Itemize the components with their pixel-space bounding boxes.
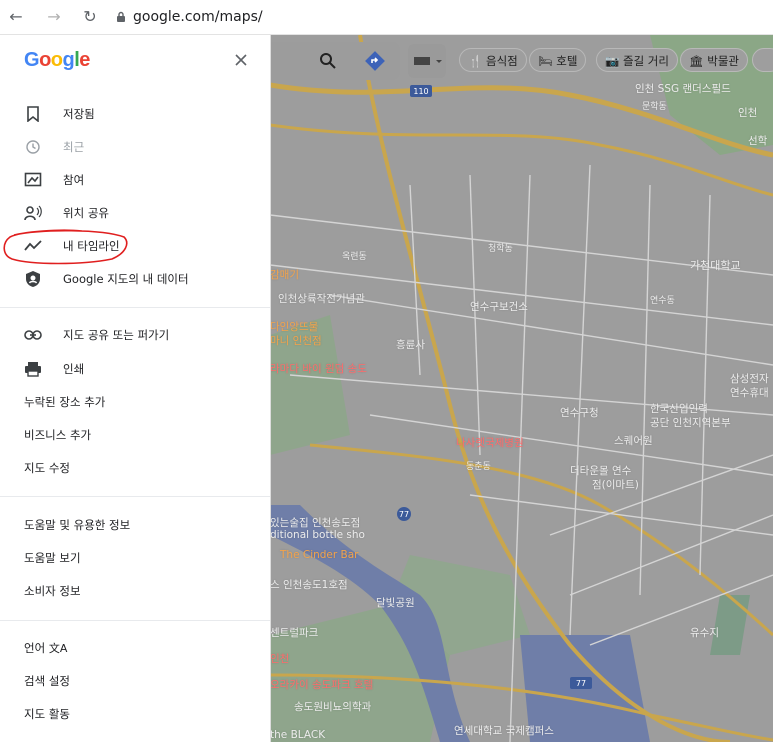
label-cheonghak: 청학동 [488, 244, 513, 254]
label-incheon-museum[interactable]: 인천상륙작전기념관 [278, 291, 365, 306]
browser-toolbar: ← → ↻ google.com/maps/ [0, 0, 773, 35]
label-gachon[interactable]: 가천대학교 [690, 257, 741, 273]
menu-item-location-sharing[interactable]: 위치 공유 [0, 197, 270, 229]
label-heungryunsa[interactable]: 흥륜사 [396, 337, 425, 352]
print-icon [24, 360, 42, 378]
menu-item-saved[interactable]: 저장됨 [0, 98, 270, 130]
label-incheon-park[interactable]: 인천 [738, 105, 757, 120]
label-yeonsu-dong: 연수동 [650, 296, 675, 306]
label-bottle[interactable]: 있는술집 인천송도점 [270, 515, 360, 530]
back-arrow-icon[interactable]: ← [6, 7, 26, 27]
label-songdo1[interactable]: 스 인천송도1호점 [270, 577, 348, 592]
address-bar[interactable]: google.com/maps/ [115, 6, 755, 28]
translate-icon: 文A [48, 642, 68, 655]
menu-item-share-embed[interactable]: 지도 공유 또는 퍼가기 [0, 319, 270, 351]
history-icon [24, 138, 42, 156]
map-canvas[interactable]: 110 77 77 인천 SSG 랜더스필드 문학동 인천 선학 가천대학교 옥… [270, 35, 773, 742]
label-cinder[interactable]: The Cinder Bar [280, 549, 359, 561]
search-icon[interactable] [316, 49, 340, 73]
forward-arrow-icon[interactable]: → [44, 7, 64, 27]
label-yeonsu-office[interactable]: 연수구청 [560, 405, 599, 420]
label-nazareth[interactable]: 나사렛국제병원 [456, 435, 524, 450]
label-yeonsu-health[interactable]: 연수구보건소 [470, 299, 528, 314]
menu-item-my-data[interactable]: Google 지도의 내 데이터 [0, 263, 270, 295]
side-menu: Google 저장됨 최근 참여 위치 공유 내 타임라인 Google 지도의… [0, 35, 271, 742]
label-yonsei[interactable]: 연세대학교 국제캠퍼스 [454, 723, 554, 738]
label-dongchun: 동춘동 [466, 462, 491, 472]
chip-hotels[interactable]: 🛏 호텔 [529, 48, 587, 72]
menu-item-help[interactable]: 도움말 보기 [0, 542, 270, 574]
label-ramada[interactable]: 라마다 바이 윈덤 송도 [270, 361, 367, 376]
menu-item-maps-activity[interactable]: 지도 활동 [0, 698, 270, 730]
menu-item-add-business[interactable]: 비즈니스 추가 [0, 419, 270, 451]
menu-divider [0, 496, 270, 497]
label-yusuji: 유수지 [690, 627, 719, 639]
language-label: 언어 [24, 641, 46, 655]
location-sharing-icon [24, 204, 42, 222]
contribute-icon [24, 171, 42, 189]
timeline-icon [24, 237, 42, 255]
menu-item-timeline[interactable]: 내 타임라인 [0, 230, 270, 262]
label-dalbit[interactable]: 달빛공원 [376, 595, 415, 610]
close-icon[interactable] [232, 51, 250, 69]
label-emart2: 점(이마트) [592, 479, 639, 491]
menu-item-add-missing-place[interactable]: 누락된 장소 추가 [0, 386, 270, 418]
bookmark-icon [24, 105, 42, 123]
menu-divider [0, 620, 270, 621]
input-tools-button[interactable] [408, 44, 446, 78]
menu-divider [0, 307, 270, 308]
chip-things-to-do[interactable]: 📷 즐길 거리 [596, 48, 678, 72]
label-seonhak: 선학 [748, 135, 768, 147]
menu-item-print[interactable]: 인쇄 [0, 353, 270, 385]
directions-icon[interactable] [363, 49, 387, 73]
menu-item-language[interactable]: 언어 文A [0, 632, 270, 664]
label-dahwa[interactable]: 다인앙뜨물 [270, 319, 318, 334]
label-gamtae[interactable]: 감매기 [270, 267, 299, 282]
label-emart[interactable]: 더타운몰 연수 [570, 463, 631, 478]
lock-icon [115, 11, 127, 23]
menu-item-recent[interactable]: 최근 [0, 131, 270, 163]
label-samsung[interactable]: 삼성전자 [730, 371, 769, 386]
url-text: google.com/maps/ [133, 9, 263, 25]
chip-more[interactable] [752, 48, 773, 72]
reload-icon[interactable]: ↻ [80, 7, 100, 27]
label-black[interactable]: the BLACK [270, 729, 325, 741]
menu-item-tips[interactable]: 도움말 및 유용한 정보 [0, 509, 270, 541]
chip-museums[interactable]: 🏛 박물관 [680, 48, 749, 72]
menu-item-edit-map[interactable]: 지도 수정 [0, 452, 270, 484]
google-logo: Google [24, 49, 90, 71]
route-shield-77b: 77 [576, 679, 586, 688]
label-mama[interactable]: 마니 인천점 [270, 333, 322, 348]
keyboard-icon [414, 57, 442, 65]
label-orakai[interactable]: 오라카이 송도파크 호텔 [270, 677, 373, 692]
menu-item-consumer-info[interactable]: 소비자 정보 [0, 575, 270, 607]
route-shield-110: 110 [413, 87, 428, 96]
label-hrd[interactable]: 한국산업인력 [650, 401, 708, 416]
route-shield-77a: 77 [399, 510, 409, 519]
shield-icon [24, 270, 42, 288]
label-central[interactable]: 센트럴파크 [270, 625, 318, 640]
label-bottle2: ditional bottle sho [270, 529, 365, 541]
link-icon [24, 326, 42, 344]
label-hrd2: 공단 인천지역본부 [650, 417, 731, 429]
label-incheon2[interactable]: 인천 [270, 651, 289, 666]
label-ssg[interactable]: 인천 SSG 랜더스필드 [635, 81, 731, 96]
menu-item-contribute[interactable]: 참여 [0, 164, 270, 196]
chip-restaurants[interactable]: 🍴 음식점 [459, 48, 527, 72]
label-okryeon: 옥련동 [342, 252, 367, 262]
label-square1[interactable]: 스퀘어원 [614, 433, 653, 448]
menu-item-search-settings[interactable]: 검색 설정 [0, 665, 270, 697]
label-samsung2: 연수휴대 [730, 387, 769, 399]
label-munhak: 문학동 [642, 102, 667, 112]
label-songdowon[interactable]: 송도원비뇨의학과 [294, 699, 371, 714]
